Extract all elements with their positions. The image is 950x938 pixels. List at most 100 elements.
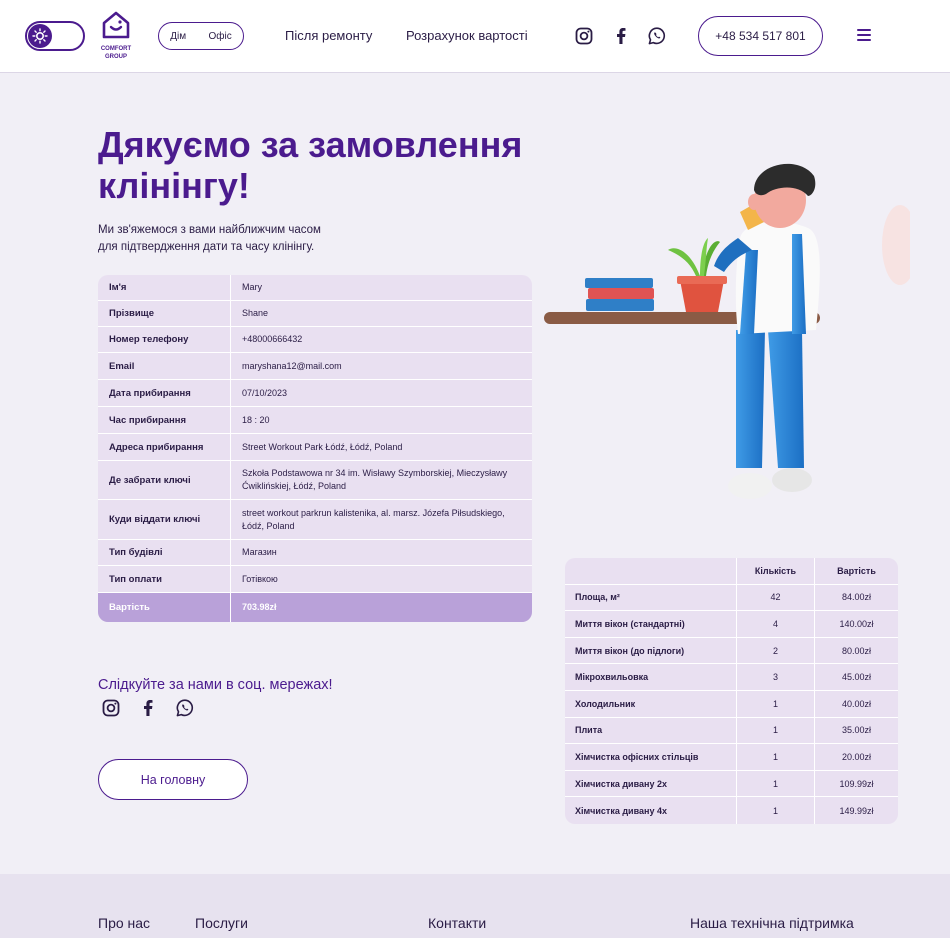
- service-name: Миття вікон (стандартні): [565, 611, 737, 637]
- service-price: 80.00zł: [841, 645, 872, 656]
- order-row: Номер телефону +48000666432: [98, 327, 532, 353]
- services-header-row: Кількість Вартість: [565, 558, 898, 585]
- service-price: 20.00zł: [841, 751, 872, 762]
- logo-text-line1: COMFORT: [100, 46, 132, 52]
- service-price: 84.00zł: [841, 592, 872, 603]
- footer-link-services[interactable]: Послуги: [195, 915, 248, 931]
- services-row: Площа, м² 42 84.00zł: [565, 584, 898, 612]
- company-logo[interactable]: COMFORT GROUP: [96, 10, 136, 62]
- order-row-value: street workout parkrun kalistenika, al. …: [242, 507, 505, 531]
- service-name: Холодильник: [565, 690, 737, 717]
- service-qty: 1: [737, 744, 815, 770]
- order-row-value: Mary: [242, 282, 262, 292]
- service-name: Мікрохвильовка: [565, 664, 737, 690]
- order-row-value: maryshana12@mail.com: [242, 360, 342, 371]
- service-price: 35.00zł: [841, 725, 872, 736]
- footer-link-support[interactable]: Наша технічна підтримка: [690, 915, 854, 931]
- order-row: Тип оплати Готівкою: [98, 566, 532, 593]
- site-header: COMFORT GROUP Дім Офіс Після ремонту Роз…: [0, 0, 950, 73]
- service-price: 45.00zł: [841, 672, 872, 683]
- service-qty: 4: [737, 611, 815, 637]
- order-row-label: Прізвище: [98, 301, 231, 326]
- order-total-value: 703.98zł: [242, 602, 277, 612]
- order-total-label: Вартість: [98, 593, 231, 622]
- order-row: Куди віддати ключі street workout parkrun…: [98, 500, 532, 540]
- service-name: Плита: [565, 717, 737, 744]
- order-row-label: Дата прибирання: [98, 380, 231, 406]
- order-row-value: 18 : 20: [242, 414, 270, 425]
- order-row: Час прибирання 18 : 20: [98, 407, 532, 434]
- services-header-price: Вартість: [837, 565, 876, 576]
- footer-link-about[interactable]: Про нас: [98, 915, 150, 931]
- service-qty: 1: [737, 690, 815, 717]
- page-subtitle: Ми зв'яжемося з вами найближчим часом дл…: [98, 222, 398, 256]
- service-qty: 1: [737, 717, 815, 744]
- services-row: Хімчистка офісних стільців 1 20.00zł: [565, 744, 898, 771]
- services-header-qty: Кількість: [737, 558, 815, 584]
- service-name: Миття вікон (до підлоги): [565, 637, 737, 664]
- home-office-switch: Дім Офіс: [158, 22, 244, 50]
- order-row-value: Shane: [242, 308, 269, 318]
- seg-home[interactable]: Дім: [170, 31, 186, 42]
- order-row: Email maryshana12@mail.com: [98, 353, 532, 380]
- order-row-label: Тип оплати: [98, 566, 231, 592]
- phone-button[interactable]: +48 534 517 801: [698, 16, 823, 56]
- order-row-label: Час прибирання: [98, 407, 231, 433]
- home-button[interactable]: На головну: [98, 759, 248, 800]
- sun-icon: [28, 24, 52, 48]
- house-logo-icon: [102, 11, 130, 39]
- services-row: Миття вікон (до підлоги) 2 80.00zł: [565, 637, 898, 665]
- service-name: Площа, м²: [565, 584, 737, 611]
- order-details-table: Ім'я Mary Прізвище Shane Номер телефону +4800…: [98, 275, 532, 622]
- service-price: 140.00zł: [839, 618, 874, 629]
- nav-after-renovation[interactable]: Після ремонту: [285, 28, 372, 43]
- order-row: Ім'я Mary: [98, 275, 532, 301]
- instagram-icon[interactable]: [574, 26, 594, 46]
- service-qty: 3: [737, 664, 815, 690]
- services-row: Хімчистка дивану 4х 1 149.99zł: [565, 797, 898, 824]
- service-name: Хімчистка офісних стільців: [565, 744, 737, 770]
- service-price: 109.99zł: [839, 778, 874, 789]
- order-row: Тип будівлі Магазин: [98, 540, 532, 566]
- order-total-row: Вартість 703.98zł: [98, 593, 532, 622]
- order-row: Прізвище Shane: [98, 301, 532, 327]
- order-row: Дата прибирання 07/10/2023: [98, 380, 532, 407]
- order-row: Адреса прибирання Street Workout Park Łód…: [98, 434, 532, 461]
- order-row-label: Куди віддати ключі: [98, 500, 231, 539]
- theme-toggle[interactable]: [25, 21, 85, 51]
- services-row: Миття вікон (стандартні) 4 140.00zł: [565, 611, 898, 638]
- services-row: Мікрохвильовка 3 45.00zł: [565, 664, 898, 691]
- service-qty: 42: [737, 584, 815, 611]
- nav-price-calculation[interactable]: Розрахунок вартості: [406, 28, 528, 43]
- order-row-value: Магазин: [242, 547, 277, 557]
- services-header-empty: [565, 558, 737, 584]
- page-title: Дякуємо за замовлення клінінгу!: [98, 124, 523, 206]
- footer-link-contacts[interactable]: Контакти: [428, 915, 486, 931]
- facebook-icon[interactable]: [611, 26, 631, 46]
- service-name: Хімчистка дивану 2х: [565, 770, 737, 797]
- service-price: 40.00zł: [841, 698, 872, 709]
- service-qty: 1: [737, 797, 815, 824]
- cleaner-illustration: [544, 163, 910, 499]
- order-row-label: Адреса прибирання: [98, 434, 231, 460]
- logo-text-line2: GROUP: [104, 54, 127, 60]
- whatsapp-icon[interactable]: [175, 698, 195, 718]
- menu-icon[interactable]: [857, 29, 871, 41]
- order-row-label: Email: [98, 353, 231, 379]
- seg-office[interactable]: Офіс: [209, 31, 232, 42]
- facebook-icon[interactable]: [138, 698, 158, 718]
- order-row-label: Де забрати ключі: [98, 461, 231, 499]
- services-row: Холодильник 1 40.00zł: [565, 690, 898, 718]
- instagram-icon[interactable]: [101, 698, 121, 718]
- services-row: Плита 1 35.00zł: [565, 717, 898, 745]
- service-name: Хімчистка дивану 4х: [565, 797, 737, 824]
- order-row-label: Тип будівлі: [98, 540, 231, 565]
- order-row-value: Szkoła Podstawowa nr 34 im. Wisławy Szym…: [242, 468, 508, 491]
- order-row-value: 07/10/2023: [242, 387, 288, 398]
- subtitle-line-2: для підтвердження дати та часу клінінгу.: [98, 241, 315, 253]
- order-row-label: Ім'я: [98, 275, 231, 300]
- whatsapp-icon[interactable]: [647, 26, 667, 46]
- order-row-label: Номер телефону: [98, 327, 231, 352]
- order-row-value: +48000666432: [242, 334, 303, 344]
- services-row: Хімчистка дивану 2х 1 109.99zł: [565, 770, 898, 798]
